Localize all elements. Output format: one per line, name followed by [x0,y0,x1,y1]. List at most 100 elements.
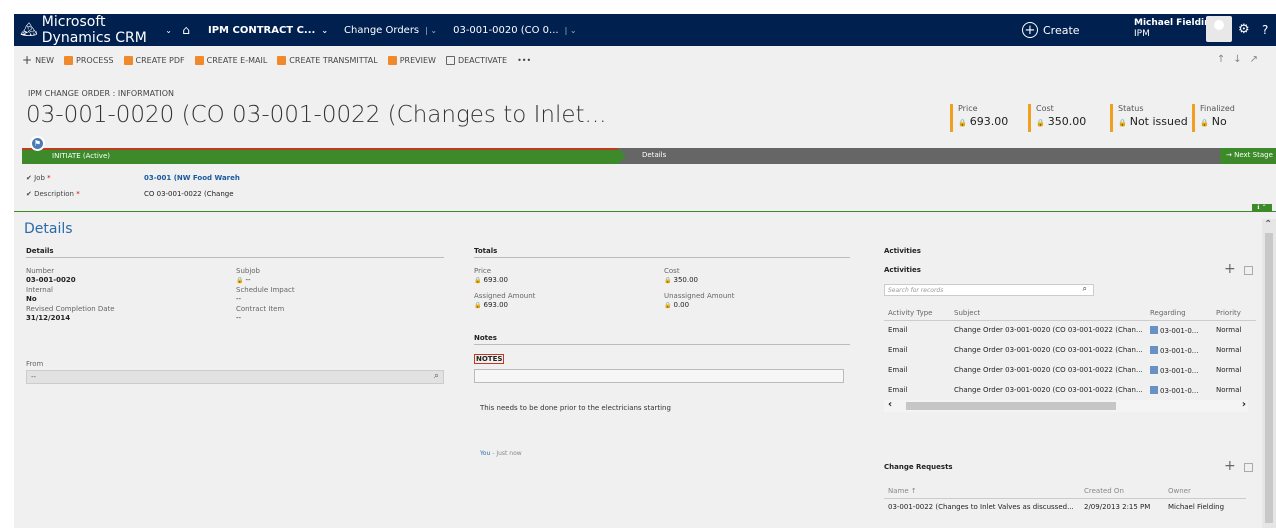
number-value[interactable]: 03-001-0020 [26,276,76,285]
regarding-cell[interactable]: 03-001-0... [1150,380,1216,400]
column-header[interactable]: Owner [1168,484,1246,499]
regarding-link[interactable]: 03-001-0... [1150,327,1198,335]
header-status: Status Not issued [1110,104,1188,132]
from-lookup[interactable]: -- ⌕ [26,370,444,384]
assigned-amount-field: Assigned Amount 693.00 [474,292,535,310]
subject-cell[interactable]: Change Order 03-001-0020 (CO 03-001-0022… [954,340,1150,360]
schedule-impact-field: Schedule Impact -- [236,286,295,304]
preview-button[interactable]: PREVIEW [387,55,436,65]
column-header[interactable]: Name ↑ [884,484,1084,499]
cr-name-cell[interactable]: 03-001-0022 (Changes to Inlet Valves as … [884,498,1084,516]
totals-price-value: 693.00 [474,276,508,285]
create-transmittal-button[interactable]: CREATE TRANSMITTAL [277,55,378,65]
user-info[interactable]: Michael Fielding IPM [1134,18,1217,40]
scrollbar-thumb[interactable] [1265,233,1273,523]
preview-icon [387,55,397,65]
search-icon[interactable]: ⌕ [434,371,439,381]
regarding-link[interactable]: 03-001-0... [1150,347,1198,355]
description-field[interactable]: CO 03-001-0022 (Change [144,186,234,202]
arrow-down-icon[interactable]: ↓ [1233,54,1249,65]
page-scrollbar[interactable]: ⌃ [1262,219,1276,528]
number-field: Number 03-001-0020 [26,267,76,285]
deactivate-button[interactable]: DEACTIVATE [445,55,507,65]
contract-item-field: Contract Item -- [236,305,284,323]
internal-value[interactable]: No [26,295,53,304]
create-button[interactable]: + Create [1022,14,1080,46]
subjob-value: -- [236,276,260,285]
new-button[interactable]: + NEW [22,54,55,66]
help-icon[interactable]: ? [1262,14,1268,46]
revised-date-label: Revised Completion Date [26,305,115,313]
chevron-up-icon[interactable]: ⌃ [1264,219,1272,230]
regarding-link[interactable]: 03-001-0... [1150,387,1198,395]
new-label: NEW [35,55,55,65]
create-email-button[interactable]: CREATE E-MAIL [194,55,267,65]
nav-record-crumb[interactable]: 03-001-0020 (CO 0... | ⌄ [445,14,584,46]
add-activity-button[interactable]: + [1224,261,1236,277]
column-header[interactable]: Activity Type [884,306,954,321]
job-link[interactable]: 03-001 (NW Food Wareh [144,170,240,186]
from-label: From [26,360,43,369]
activities-search-input[interactable]: Search for records ⌕ [884,284,1094,296]
table-row[interactable]: Email Change Order 03-001-0020 (CO 03-00… [884,360,1256,380]
schedule-impact-value[interactable]: -- [236,295,295,304]
column-header[interactable]: Regarding [1150,306,1216,321]
totals-cost-value: 350.00 [664,276,698,285]
grid-view-icon[interactable] [1244,266,1253,275]
user-name: Michael Fielding [1134,18,1217,28]
contract-item-value[interactable]: -- [236,314,284,323]
nav-area-crumb[interactable]: IPM CONTRACT C... ⌄ [200,14,336,46]
scrollbar-thumb[interactable] [906,402,1116,410]
cr-owner-cell[interactable]: Michael Fielding [1168,498,1246,516]
next-stage-button[interactable]: → Next Stage [1220,148,1276,164]
process-flag-icon[interactable]: ⚑ [30,136,45,151]
table-row[interactable]: Email Change Order 03-001-0020 (CO 03-00… [884,320,1256,340]
arrow-up-icon[interactable]: ↑ [1217,54,1233,65]
more-commands-button[interactable]: ••• [517,56,531,65]
totals-price-label: Price [474,267,492,275]
stage-initiate[interactable]: INITIATE (Active) [22,148,618,164]
nav-entity-crumb[interactable]: Change Orders | ⌄ [336,14,445,46]
revised-date-value[interactable]: 31/12/2014 [26,314,115,323]
notes-tab[interactable]: NOTES [474,354,505,364]
search-icon[interactable]: ⌕ [1083,284,1087,294]
subject-cell[interactable]: Change Order 03-001-0020 (CO 03-001-0022… [954,360,1150,380]
form-type-label[interactable]: IPM CHANGE ORDER : INFORMATION [28,89,174,98]
process-button[interactable]: PROCESS [64,55,114,65]
column-header[interactable]: Priority [1216,306,1256,321]
expand-icon[interactable]: ↗ [1250,54,1266,65]
regarding-cell[interactable]: 03-001-0... [1150,360,1216,380]
header-finalized-value: No [1200,115,1235,128]
avatar[interactable] [1206,16,1232,42]
regarding-link[interactable]: 03-001-0... [1150,367,1198,375]
regarding-cell[interactable]: 03-001-0... [1150,320,1216,340]
collapse-process-button[interactable]: ℹ ⌃ [1252,204,1272,212]
check-icon: ✔ [26,190,32,198]
create-pdf-button[interactable]: CREATE PDF [123,55,185,65]
note-author[interactable]: You [480,450,490,457]
activities-hscrollbar[interactable]: ‹ › [884,399,1248,412]
note-input[interactable] [474,369,844,383]
grid-view-icon[interactable] [1244,463,1253,472]
subjob-field: Subjob -- [236,267,260,285]
unassigned-amount-label: Unassigned Amount [664,292,735,300]
table-row[interactable]: Email Change Order 03-001-0020 (CO 03-00… [884,340,1256,360]
column-header[interactable]: Created On [1084,484,1168,499]
chevron-left-icon[interactable]: ‹ [888,399,892,410]
header-cost-value: 350.00 [1036,115,1087,128]
column-header[interactable]: Subject [954,306,1150,321]
app-brand[interactable]: 🏔 Microsoft Dynamics CRM ⌄ [14,14,172,46]
stage-details[interactable]: Details [642,151,666,159]
home-icon[interactable]: ⌂ [172,23,200,37]
subject-cell[interactable]: Change Order 03-001-0020 (CO 03-001-0022… [954,380,1150,400]
table-row[interactable]: 03-001-0022 (Changes to Inlet Valves as … [884,498,1246,516]
regarding-cell[interactable]: 03-001-0... [1150,340,1216,360]
unassigned-amount-field: Unassigned Amount 0.00 [664,292,734,310]
chevron-right-icon[interactable]: › [1242,399,1246,410]
table-row[interactable]: Email Change Order 03-001-0020 (CO 03-00… [884,380,1256,400]
subject-cell[interactable]: Change Order 03-001-0020 (CO 03-001-0022… [954,320,1150,340]
notes-subheader: Notes [474,334,850,345]
gear-icon[interactable]: ⚙ [1238,14,1250,46]
record-nav-arrows[interactable]: ↑↓↗ [1217,54,1266,65]
add-change-request-button[interactable]: + [1224,458,1236,474]
